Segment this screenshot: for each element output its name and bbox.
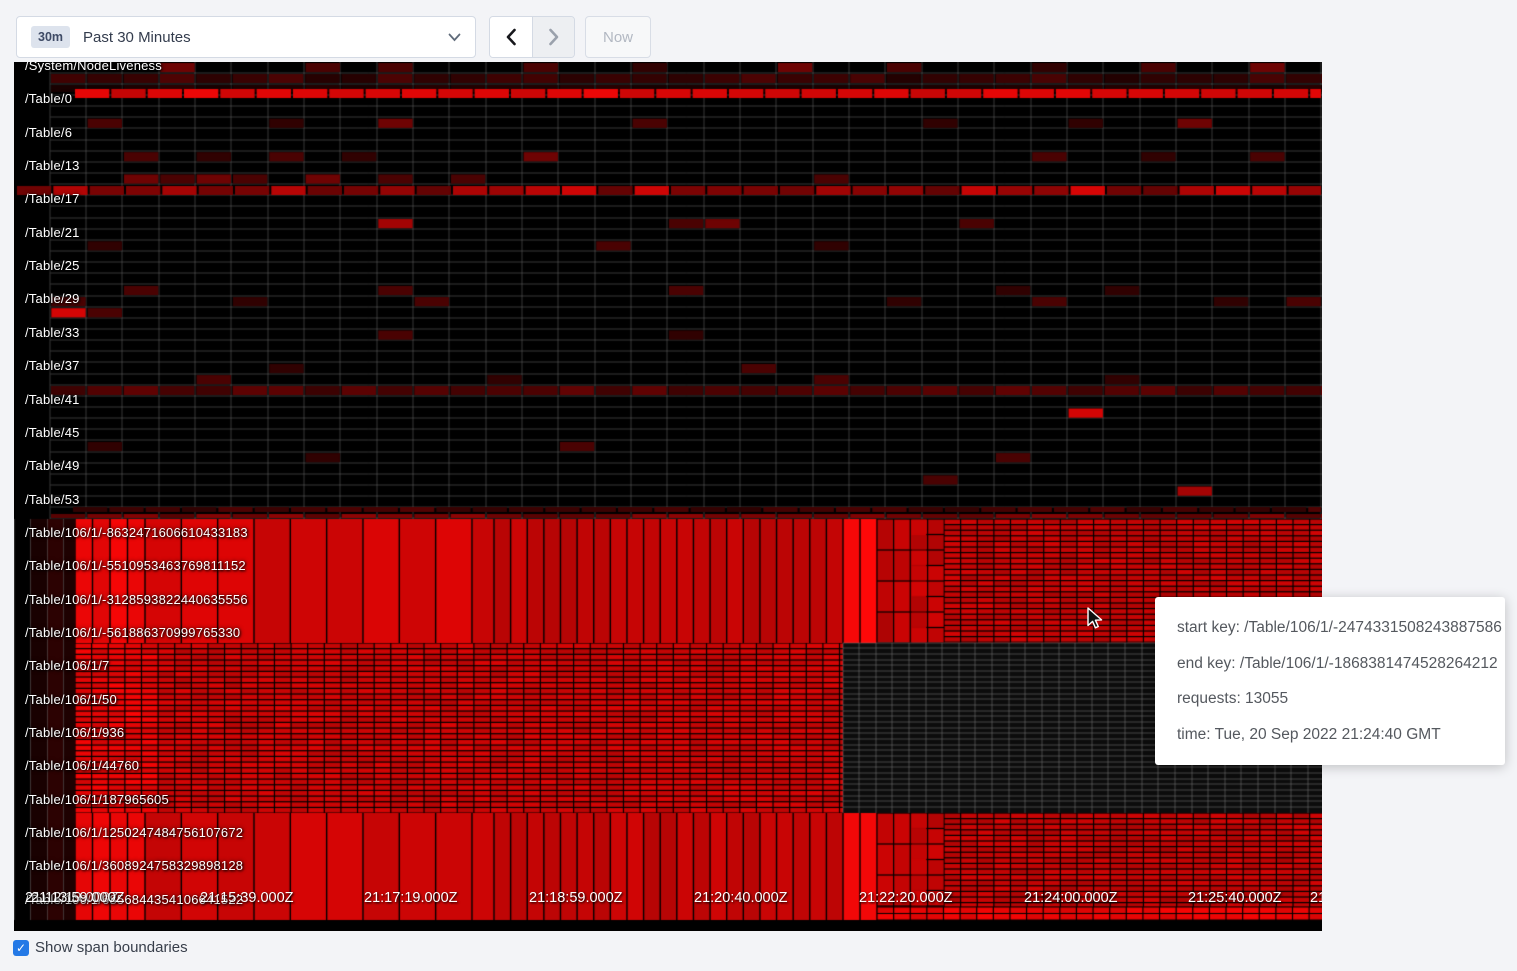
hover-tooltip: start key: /Table/106/1/-247433150824388…: [1155, 597, 1505, 765]
time-tick-label: 21:15:39.000Z2022-09-20: [200, 890, 294, 906]
time-tick-label: 21:27:20.000Z2022-09-20: [1310, 890, 1322, 906]
time-tick-label: 21:24:00.000Z2022-09-20: [1024, 890, 1118, 906]
time-backward-button[interactable]: [490, 17, 532, 57]
key-visualizer-page: 30m Past 30 Minutes Now /System/NodeLive…: [0, 0, 1517, 971]
time-tick-label: 21:18:59.000Z2022-09-20: [529, 890, 623, 906]
row-label: /Table/106/1/-8632471606610433183: [25, 525, 248, 540]
row-label: /Table/45: [25, 425, 80, 440]
time-toolbar: 30m Past 30 Minutes Now: [16, 16, 651, 58]
row-label: /Table/106/1/-561886370999765330: [25, 625, 240, 640]
row-label: /Table/25: [25, 258, 80, 273]
row-label: /Table/13: [25, 158, 80, 173]
show-span-boundaries-checkbox[interactable]: ✓: [13, 940, 29, 956]
key-visualizer-heatmap[interactable]: /System/NodeLiveness/Table/0/Table/6/Tab…: [14, 62, 1322, 931]
tooltip-line: requests: 13055: [1177, 681, 1483, 717]
time-preset-label: Past 30 Minutes: [83, 29, 448, 46]
row-label: /Table/106/1/-3128593822440635556: [25, 592, 248, 607]
row-label: /Table/29: [25, 291, 80, 306]
row-label: /Table/106/1/3608924758329898128: [25, 858, 243, 873]
row-label: /Table/37: [25, 358, 80, 373]
tooltip-line: end key: /Table/106/1/-18683814745282642…: [1177, 646, 1483, 682]
tooltip-line: start key: /Table/106/1/-247433150824388…: [1177, 610, 1483, 646]
chevron-down-icon: [448, 33, 461, 42]
row-label: /System/NodeLiveness: [25, 62, 162, 73]
show-span-boundaries-toggle[interactable]: ✓ Show span boundaries: [13, 939, 188, 956]
row-label: /Table/41: [25, 392, 80, 407]
now-button[interactable]: Now: [585, 16, 651, 58]
row-label: /Table/106/1/187965605: [25, 792, 169, 807]
row-label: /Table/21: [25, 225, 80, 240]
row-label: /Table/49: [25, 458, 80, 473]
row-label: /Table/53: [25, 492, 80, 507]
time-tick-label: 21:22:20.000Z2022-09-20: [859, 890, 953, 906]
time-tick-label: 21:17:19.000Z2022-09-20: [364, 890, 458, 906]
row-label: /Table/0: [25, 91, 72, 106]
heatmap-canvas[interactable]: [14, 62, 1322, 931]
row-label: /Table/6: [25, 125, 72, 140]
row-label: /Table/106/1/1250247484756107672: [25, 825, 243, 840]
row-label: /Table/106/1/44760: [25, 758, 139, 773]
row-label: /Table/106/1/7: [25, 658, 109, 673]
time-preset-badge: 30m: [31, 26, 70, 48]
row-label: /Table/33: [25, 325, 80, 340]
row-label: /Table/106/1/50: [25, 692, 117, 707]
time-nav-button-group: [489, 16, 575, 58]
row-label: /Table/106/1/936: [25, 725, 124, 740]
row-label: /Table/17: [25, 191, 80, 206]
chevron-left-icon: [505, 28, 517, 46]
time-tick-label: 21:13:59.000Z2022-09-20: [31, 890, 125, 906]
chevron-right-icon: [548, 28, 560, 46]
time-window-dropdown[interactable]: 30m Past 30 Minutes: [16, 16, 476, 58]
show-span-boundaries-label: Show span boundaries: [35, 939, 188, 956]
tooltip-line: time: Tue, 20 Sep 2022 21:24:40 GMT: [1177, 717, 1483, 753]
row-label: /Table/106/1/-5510953463769811152: [25, 558, 246, 573]
time-tick-label: 21:25:40.000Z2022-09-20: [1188, 890, 1282, 906]
time-tick-label: 21:20:40.000Z2022-09-20: [694, 890, 788, 906]
time-forward-button[interactable]: [532, 17, 574, 57]
